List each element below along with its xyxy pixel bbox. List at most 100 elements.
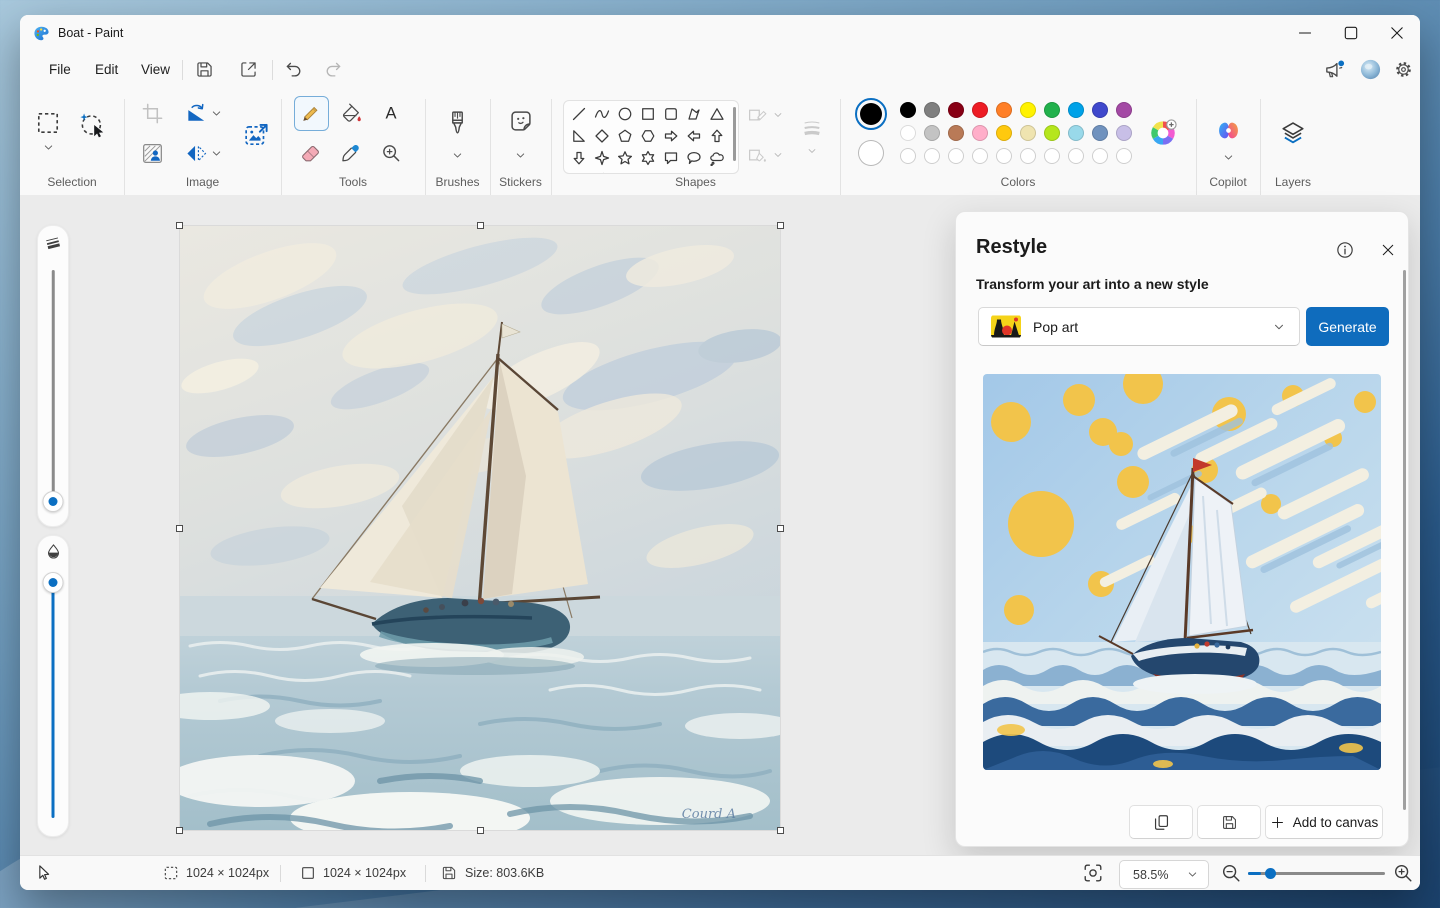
account-button[interactable] [1353,54,1387,85]
shape-arrow-down[interactable] [567,147,590,169]
shape-lightning[interactable] [590,169,613,174]
shape-callout-oval[interactable] [682,147,705,169]
palette-color-swatch[interactable] [924,125,940,141]
menu-edit[interactable]: Edit [82,55,131,85]
maximize-button[interactable] [1328,16,1374,49]
shape-heart[interactable] [567,169,590,174]
shape-hexagon[interactable] [636,125,659,147]
palette-color-swatch[interactable] [1020,125,1036,141]
stroke-size-button[interactable] [798,114,826,142]
chevron-down-icon[interactable] [43,142,54,153]
flip-button[interactable] [180,137,212,169]
eyedropper-tool-button[interactable] [335,137,367,169]
shape-star-5[interactable] [613,147,636,169]
panel-scrollbar[interactable] [1403,270,1406,810]
chevron-down-icon[interactable] [515,150,526,161]
chevron-down-icon[interactable] [1223,152,1234,163]
resize-handle-s[interactable] [477,827,484,834]
chevron-down-icon[interactable] [773,150,783,160]
shape-callout-cloud[interactable] [705,147,728,169]
pencil-tool-button[interactable] [295,97,327,129]
palette-empty-slot[interactable] [1044,148,1060,164]
remove-background-button[interactable] [136,137,168,169]
shape-polygon[interactable] [682,103,705,125]
resize-handle-sw[interactable] [176,827,183,834]
add-to-canvas-button[interactable]: Add to canvas [1265,805,1383,839]
shape-fill-button[interactable] [743,141,771,169]
style-dropdown[interactable]: Pop art [978,307,1300,346]
resize-handle-ne[interactable] [777,222,784,229]
layers-button[interactable] [1276,117,1310,149]
palette-color-swatch[interactable] [1092,102,1108,118]
share-button[interactable] [230,54,266,85]
shape-diamond[interactable] [590,125,613,147]
palette-color-swatch[interactable] [972,125,988,141]
palette-empty-slot[interactable] [1116,148,1132,164]
shape-outline-button[interactable] [743,101,771,129]
shape-pentagon[interactable] [613,125,636,147]
zoom-slider-thumb[interactable] [1265,868,1276,879]
resize-handle-e[interactable] [777,525,784,532]
palette-empty-slot[interactable] [1020,148,1036,164]
palette-color-swatch[interactable] [1116,102,1132,118]
zoom-in-icon[interactable] [1392,862,1414,884]
save-result-button[interactable] [1197,805,1261,839]
palette-empty-slot[interactable] [972,148,988,164]
save-button[interactable] [186,54,222,85]
chevron-down-icon[interactable] [211,148,222,159]
palette-color-swatch[interactable] [1068,102,1084,118]
image-options-button[interactable] [239,117,273,151]
generate-button[interactable]: Generate [1306,307,1389,346]
zoom-out-icon[interactable] [1220,862,1242,884]
fill-tool-button[interactable] [335,97,367,129]
palette-color-swatch[interactable] [996,125,1012,141]
text-tool-button[interactable]: A [375,97,407,129]
palette-color-swatch[interactable] [996,102,1012,118]
palette-empty-slot[interactable] [948,148,964,164]
brushes-button[interactable] [439,104,475,140]
shape-star-6[interactable] [636,147,659,169]
close-button[interactable] [1374,16,1420,49]
palette-empty-slot[interactable] [1092,148,1108,164]
thickness-slider-thumb[interactable] [43,491,64,512]
chevron-down-icon[interactable] [773,110,783,120]
palette-color-swatch[interactable] [1092,125,1108,141]
minimize-button[interactable] [1282,16,1328,49]
resize-handle-w[interactable] [176,525,183,532]
palette-empty-slot[interactable] [924,148,940,164]
resize-handle-n[interactable] [477,222,484,229]
menu-view[interactable]: View [128,55,183,85]
resize-handle-nw[interactable] [176,222,183,229]
shape-rounded-rectangle[interactable] [659,103,682,125]
chevron-down-icon[interactable] [452,150,463,161]
shape-arrow-left[interactable] [682,125,705,147]
crop-button[interactable] [136,97,168,129]
palette-color-swatch[interactable] [1044,125,1060,141]
resize-handle-se[interactable] [777,827,784,834]
palette-color-swatch[interactable] [900,102,916,118]
shape-right-triangle[interactable] [567,125,590,147]
shape-curve[interactable] [590,103,613,125]
eraser-tool-button[interactable] [295,137,327,169]
background-color-swatch[interactable] [858,140,884,166]
shape-star-4[interactable] [590,147,613,169]
shape-callout-rectangle[interactable] [659,147,682,169]
shape-oval[interactable] [613,103,636,125]
copilot-button[interactable] [1212,114,1244,146]
redo-button[interactable] [315,54,351,85]
panel-close-icon[interactable] [1378,240,1398,260]
palette-empty-slot[interactable] [996,148,1012,164]
copy-result-button[interactable] [1129,805,1193,839]
rectangle-select-button[interactable] [31,108,65,138]
edit-colors-button[interactable] [1148,118,1178,148]
fit-screen-icon[interactable] [1082,862,1104,884]
paint-canvas[interactable]: Courd A [180,226,780,830]
shapes-scrollbar[interactable] [733,107,736,161]
opacity-slider-thumb[interactable] [43,572,64,593]
opacity-slider-track[interactable] [52,581,55,818]
chevron-down-icon[interactable] [211,108,222,119]
rotate-button[interactable] [180,97,212,129]
palette-empty-slot[interactable] [1068,148,1084,164]
feedback-button[interactable] [1317,54,1351,85]
palette-color-swatch[interactable] [1020,102,1036,118]
